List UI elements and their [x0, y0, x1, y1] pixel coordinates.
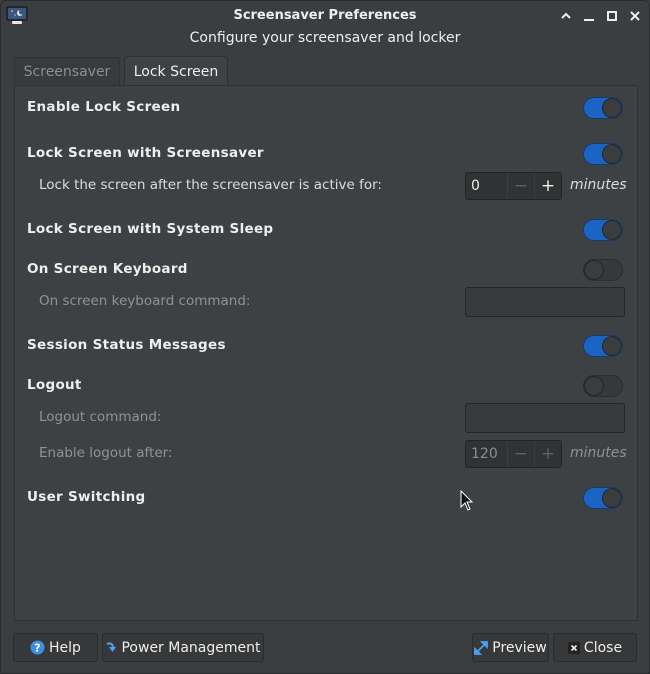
power-arrow-icon: [107, 641, 117, 652]
keyboard-command-input[interactable]: [465, 287, 625, 317]
close-label: Close: [583, 639, 623, 656]
session-status-label: Session Status Messages: [27, 337, 226, 353]
lock-delay-value[interactable]: 0: [466, 173, 507, 199]
logout-after-label: Enable logout after:: [39, 445, 173, 461]
logout-after-units: minutes: [570, 445, 627, 461]
tab-screensaver[interactable]: Screensaver: [14, 57, 120, 86]
switch-knob: [584, 260, 604, 280]
minimize-button[interactable]: [580, 7, 598, 25]
logout-after-decrement-button[interactable]: −: [506, 441, 534, 467]
enable-lock-screen-label: Enable Lock Screen: [27, 99, 181, 115]
lock-with-sleep-switch[interactable]: [583, 219, 623, 241]
minimize-icon: [584, 19, 594, 21]
close-button[interactable]: Close: [553, 633, 637, 662]
user-switching-switch[interactable]: [583, 487, 623, 509]
logout-after-spinbutton[interactable]: 120 − +: [465, 440, 562, 468]
switch-knob: [602, 98, 622, 118]
screensaver-preferences-window: Screensaver Preferences Configure your s…: [0, 0, 650, 674]
logout-command-label: Logout command:: [39, 409, 162, 425]
power-management-label: Power Management: [121, 639, 261, 656]
lock-delay-spinbutton[interactable]: 0 − +: [465, 172, 562, 200]
switch-knob: [602, 336, 622, 356]
logout-after-value[interactable]: 120: [466, 441, 507, 467]
close-icon: [630, 11, 640, 21]
mouse-cursor-icon: [460, 490, 474, 511]
lock-screen-panel: Enable Lock Screen Lock Screen with Scre…: [14, 85, 638, 621]
lock-with-screensaver-switch[interactable]: [583, 143, 623, 165]
help-label: Help: [49, 639, 81, 656]
preview-button[interactable]: Preview: [472, 633, 549, 662]
power-management-button[interactable]: Power Management: [102, 633, 264, 662]
svg-text:?: ?: [34, 642, 40, 655]
titlebar: Screensaver Preferences Configure your s…: [1, 1, 649, 55]
lock-delay-label: Lock the screen after the screensaver is…: [39, 177, 382, 193]
window-title: Screensaver Preferences: [233, 8, 417, 23]
shade-button[interactable]: [557, 7, 575, 25]
lock-delay-decrement-button[interactable]: −: [506, 173, 534, 199]
preview-label: Preview: [492, 639, 547, 656]
expand-icon: [474, 640, 489, 655]
help-button[interactable]: ? Help: [13, 633, 98, 662]
logout-label: Logout: [27, 377, 82, 393]
enable-lock-screen-switch[interactable]: [583, 97, 623, 119]
close-icon: [567, 641, 580, 654]
maximize-button[interactable]: [603, 7, 621, 25]
close-window-button[interactable]: [626, 7, 644, 25]
user-switching-label: User Switching: [27, 489, 146, 505]
keyboard-command-label: On screen keyboard command:: [39, 293, 251, 309]
lock-delay-increment-button[interactable]: +: [533, 173, 561, 199]
help-icon: ?: [30, 640, 45, 655]
on-screen-keyboard-switch[interactable]: [583, 259, 623, 281]
on-screen-keyboard-label: On Screen Keyboard: [27, 261, 188, 277]
lock-with-sleep-label: Lock Screen with System Sleep: [27, 221, 274, 237]
session-status-switch[interactable]: [583, 335, 623, 357]
logout-command-input[interactable]: [465, 403, 625, 433]
shade-icon: [561, 12, 571, 19]
switch-knob: [602, 220, 622, 240]
tab-lock-screen[interactable]: Lock Screen: [124, 56, 228, 87]
logout-switch[interactable]: [583, 375, 623, 397]
switch-knob: [602, 488, 622, 508]
logout-after-increment-button[interactable]: +: [533, 441, 561, 467]
lock-with-screensaver-label: Lock Screen with Screensaver: [27, 145, 264, 161]
switch-knob: [602, 144, 622, 164]
window-subtitle: Configure your screensaver and locker: [189, 30, 461, 46]
switch-knob: [584, 376, 604, 396]
lock-delay-units: minutes: [570, 177, 627, 193]
maximize-icon: [607, 11, 617, 21]
